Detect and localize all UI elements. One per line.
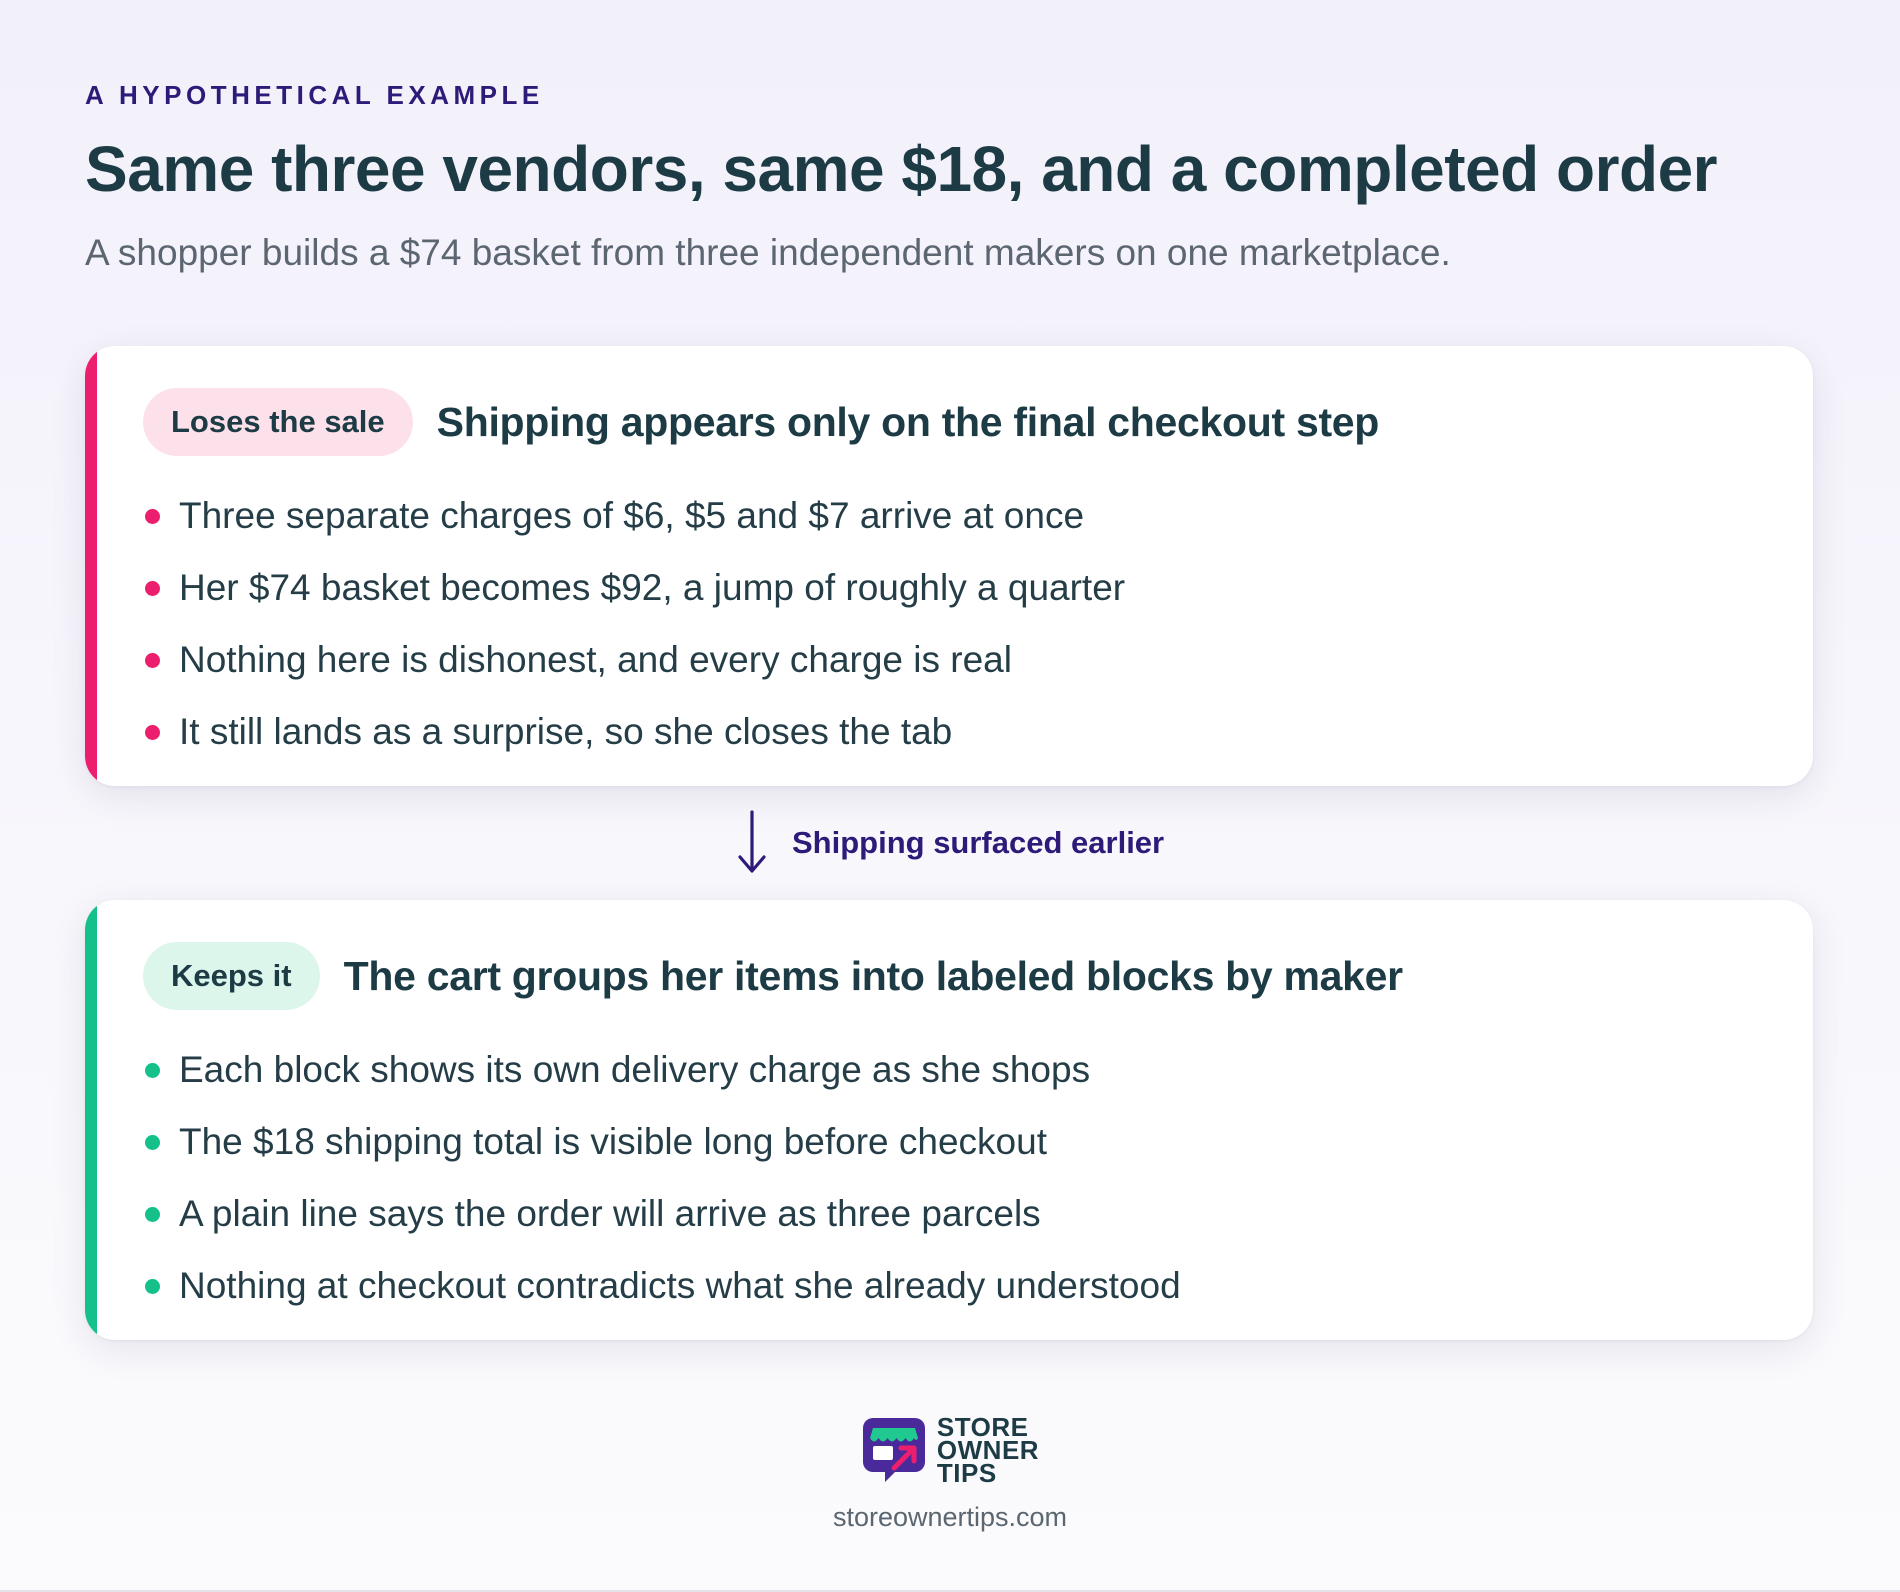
brand-url-link[interactable]: storeownertips.com: [833, 1502, 1067, 1533]
keeps-sale-card-title: The cart groups her items into labeled b…: [343, 952, 1404, 999]
keeps-sale-card: Keeps it The cart groups her items into …: [85, 900, 1813, 1340]
brand-logo[interactable]: STORE OWNER TIPS: [861, 1414, 1039, 1486]
arrow-down-icon: [738, 810, 766, 873]
list-item: Her $74 basket becomes $92, a jump of ro…: [143, 552, 1125, 624]
connector-label: Shipping surfaced earlier: [792, 825, 1165, 860]
page-title: Same three vendors, same $18, and a comp…: [85, 133, 1718, 205]
list-item: The $18 shipping total is visible long b…: [143, 1106, 1181, 1178]
list-item: Nothing here is dishonest, and every cha…: [143, 624, 1125, 696]
loses-sale-card-header: Loses the sale Shipping appears only on …: [143, 388, 1379, 456]
loses-sale-card-title: Shipping appears only on the final check…: [436, 398, 1380, 445]
brand-footer: STORE OWNER TIPS storeownertips.com: [0, 1414, 1900, 1533]
list-item: Three separate charges of $6, $5 and $7 …: [143, 480, 1125, 552]
brand-name-line: TIPS: [936, 1457, 997, 1488]
page-subtitle: A shopper builds a $74 basket from three…: [85, 232, 1451, 273]
eyebrow-label: A HYPOTHETICAL EXAMPLE: [85, 80, 544, 110]
loses-sale-card: Loses the sale Shipping appears only on …: [85, 346, 1813, 786]
transition-connector: Shipping surfaced earlier: [736, 810, 1164, 876]
keeps-sale-bullet-list: Each block shows its own delivery charge…: [143, 1034, 1181, 1322]
storefront-logo-icon: [862, 1418, 925, 1482]
list-item: Each block shows its own delivery charge…: [143, 1034, 1181, 1106]
keeps-sale-badge: Keeps it: [143, 942, 320, 1010]
loses-sale-badge: Loses the sale: [143, 388, 413, 456]
brand-name: STORE OWNER TIPS: [936, 1414, 1039, 1488]
keeps-sale-card-header: Keeps it The cart groups her items into …: [143, 942, 1403, 1010]
list-item: Nothing at checkout contradicts what she…: [143, 1250, 1181, 1322]
list-item: It still lands as a surprise, so she clo…: [143, 696, 1125, 768]
loses-sale-bullet-list: Three separate charges of $6, $5 and $7 …: [143, 480, 1125, 768]
list-item: A plain line says the order will arrive …: [143, 1178, 1181, 1250]
